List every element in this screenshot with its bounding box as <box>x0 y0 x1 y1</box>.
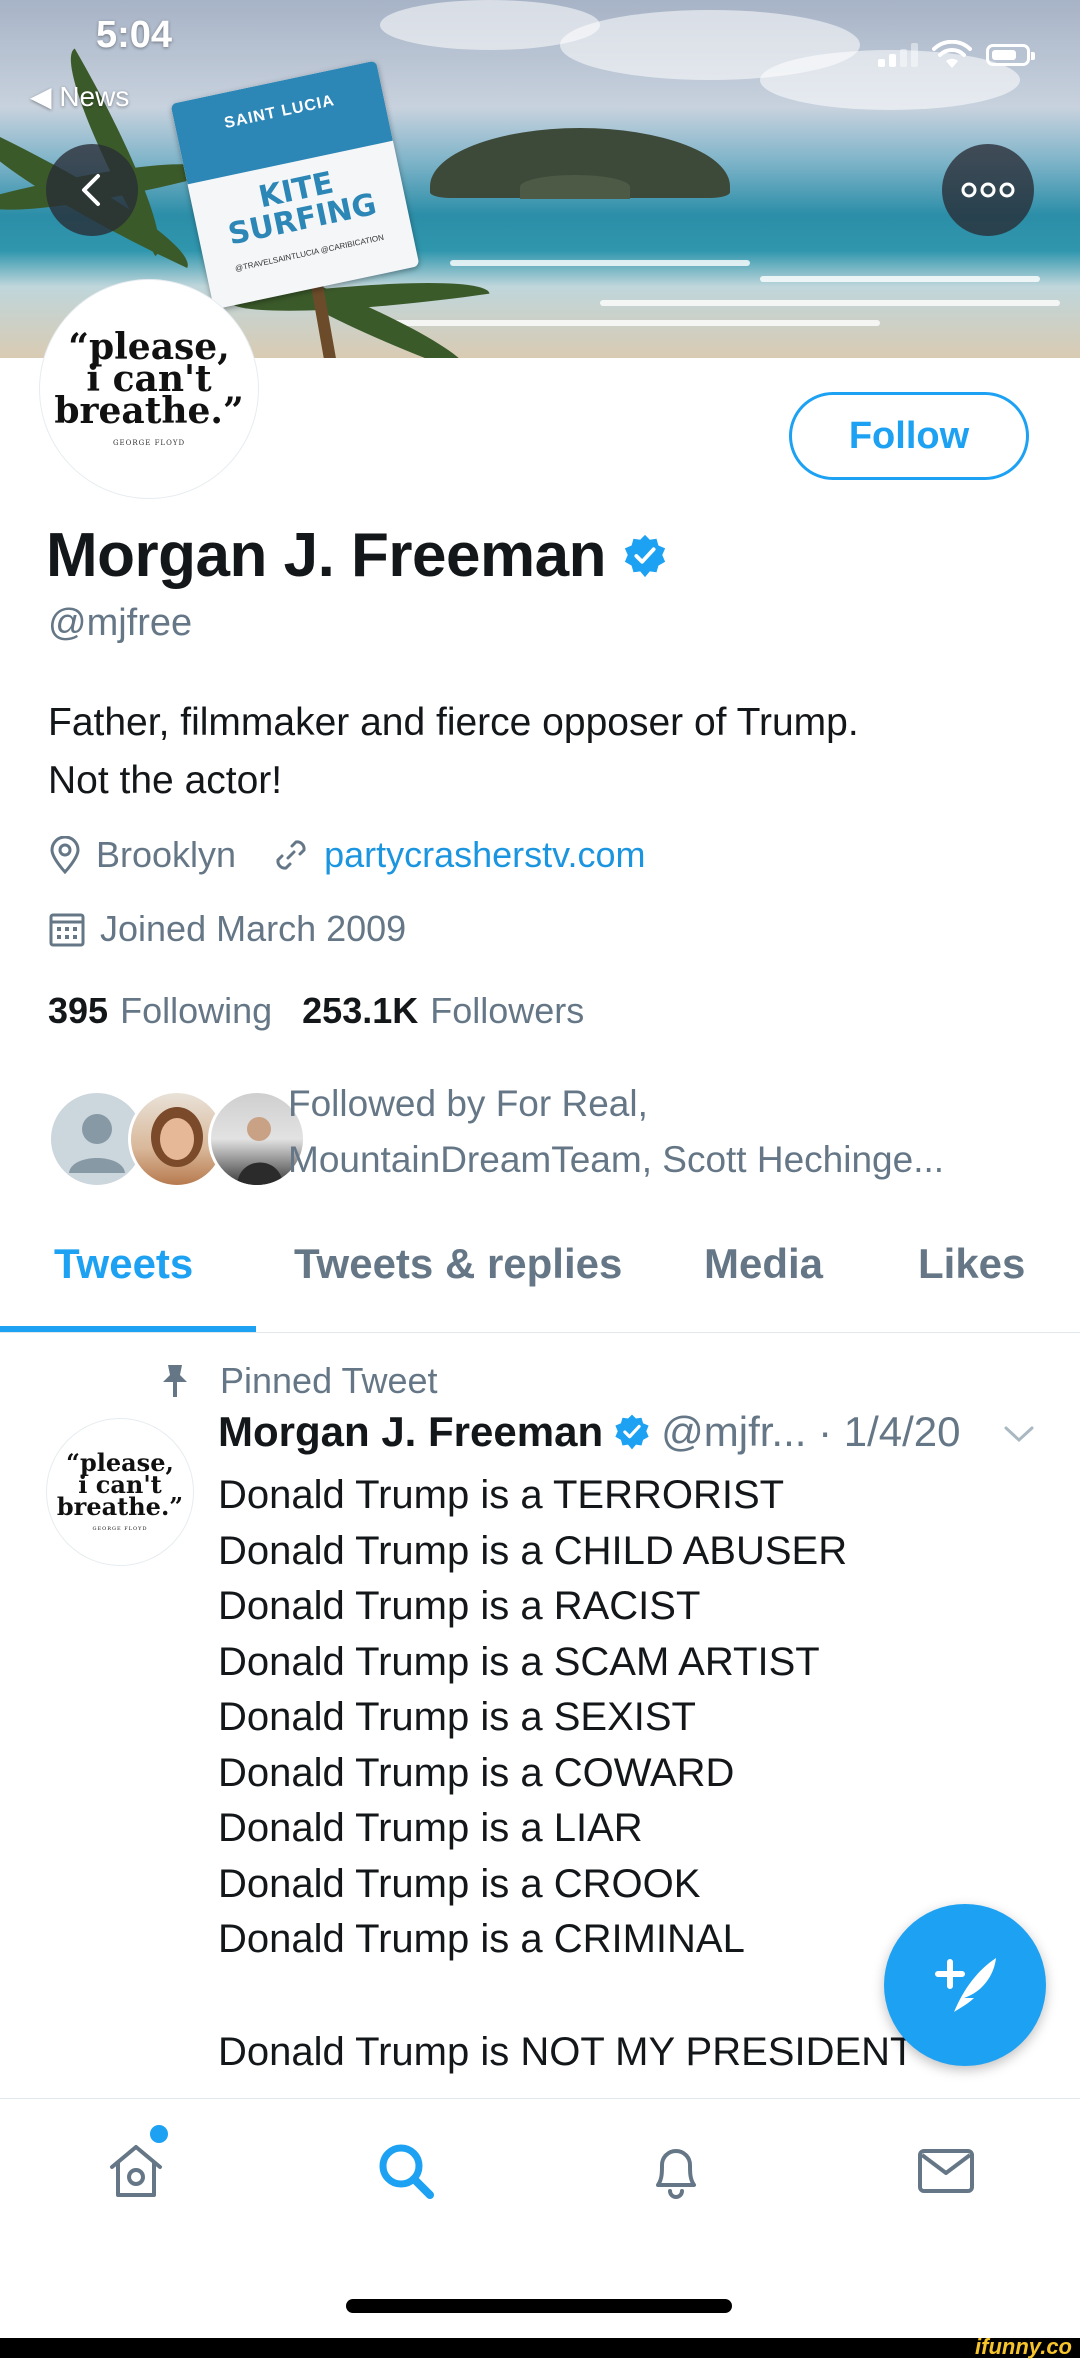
joined-date: Joined March 2009 <box>100 908 407 949</box>
verified-badge-icon <box>615 1414 649 1450</box>
profile-meta-location-website: Brooklyn partycrasherstv.com <box>48 834 681 876</box>
kite-surfing-sign: SAINT LUCIA KITE SURFING @TRAVELSAINTLUC… <box>170 60 420 310</box>
follow-stats: 395 Following 253.1K Followers <box>48 990 584 1032</box>
location-pin-icon <box>50 836 80 874</box>
watermark-text: ifunny.co <box>975 2334 1072 2359</box>
compose-tweet-button[interactable] <box>884 1904 1046 2066</box>
tweet-line: Donald Trump is a TERRORIST <box>218 1473 785 1517</box>
status-time: 5:04 <box>96 14 173 56</box>
tweet-line: Donald Trump is a SCAM ARTIST <box>218 1639 820 1684</box>
tweet-line: Donald Trump is a RACIST <box>218 1584 701 1628</box>
status-indicators <box>878 40 1035 70</box>
messages-icon[interactable] <box>914 2139 978 2203</box>
wifi-icon <box>932 40 972 68</box>
verified-badge-icon <box>624 534 666 577</box>
back-to-app-link[interactable]: ◀ News <box>30 80 129 113</box>
tweet-line: Donald Trump is a CROOK <box>218 1861 701 1906</box>
link-icon <box>276 840 306 870</box>
watermark-strip: ifunny.co <box>0 2334 1080 2359</box>
followed-by-text[interactable]: Followed by For Real, MountainDreamTeam,… <box>288 1076 1048 1188</box>
battery-icon <box>986 44 1035 66</box>
compose-feather-icon <box>935 1958 996 2012</box>
more-options-button[interactable] <box>942 144 1034 236</box>
tweet-line: Donald Trump is a CHILD ABUSER <box>218 1528 848 1573</box>
website-link[interactable]: partycrasherstv.com <box>324 834 645 876</box>
profile-bio: Father, filmmaker and fierce opposer of … <box>48 701 859 802</box>
tweet-line: Donald Trump is NOT MY PRESIDENT <box>218 2030 915 2074</box>
tweet-header[interactable]: Morgan J. Freeman @mjfr... · 1/4/20 <box>218 1408 961 1456</box>
profile-avatar[interactable]: “please, i can't breathe.” GEORGE FLOYD <box>40 280 258 498</box>
display-name: Morgan J. Freeman <box>46 521 606 590</box>
chevron-down-icon[interactable] <box>1000 1420 1038 1448</box>
pinned-tweet-label: Pinned Tweet <box>160 1360 438 1402</box>
tweet-line: Donald Trump is a COWARD <box>218 1750 735 1795</box>
followed-by-avatars[interactable] <box>48 1090 306 1188</box>
tweet-line: Donald Trump is a CRIMINAL <box>218 1917 745 1961</box>
tab-tweets[interactable]: Tweets <box>54 1240 193 1288</box>
tab-likes[interactable]: Likes <box>918 1240 1025 1288</box>
search-icon[interactable] <box>374 2139 438 2203</box>
following-stat[interactable]: 395 Following <box>48 990 272 1032</box>
tweet-text: Donald Trump is a TERRORIST Donald Trump… <box>218 1468 914 2081</box>
calendar-icon <box>49 913 85 947</box>
pin-icon <box>163 1365 187 1397</box>
back-button[interactable] <box>46 144 138 236</box>
profile-meta-joined: Joined March 2009 <box>48 908 442 950</box>
more-icon <box>961 182 1015 198</box>
profile-handle: @mjfree <box>48 602 193 644</box>
followers-stat[interactable]: 253.1K Followers <box>302 990 584 1032</box>
tweet-line <box>218 1968 914 2024</box>
tweet-author-name: Morgan J. Freeman <box>218 1408 604 1455</box>
active-tab-indicator <box>0 1326 256 1332</box>
tweet-author-avatar[interactable]: “please, i can't breathe.” GEORGE FLOYD <box>46 1418 194 1566</box>
tab-tweets-and-replies[interactable]: Tweets & replies <box>294 1240 622 1288</box>
chevron-left-icon <box>82 174 100 206</box>
notifications-icon[interactable] <box>644 2139 708 2203</box>
tweet-handle-date: @mjfr... · 1/4/20 <box>661 1408 961 1455</box>
profile-name-row: Morgan J. Freeman <box>46 520 668 591</box>
tweet-line: Donald Trump is a SEXIST <box>218 1695 696 1739</box>
profile-tabs: Tweets Tweets & replies Media Likes <box>0 1220 1080 1333</box>
follow-button[interactable]: Follow <box>789 392 1029 480</box>
notification-dot <box>150 2125 168 2143</box>
signal-icon <box>878 43 918 67</box>
tweet-line: Donald Trump is a LIAR <box>218 1806 643 1850</box>
location-text: Brooklyn <box>96 834 237 875</box>
home-indicator[interactable] <box>346 2299 732 2313</box>
home-icon[interactable] <box>104 2139 168 2203</box>
tab-media[interactable]: Media <box>704 1240 823 1288</box>
